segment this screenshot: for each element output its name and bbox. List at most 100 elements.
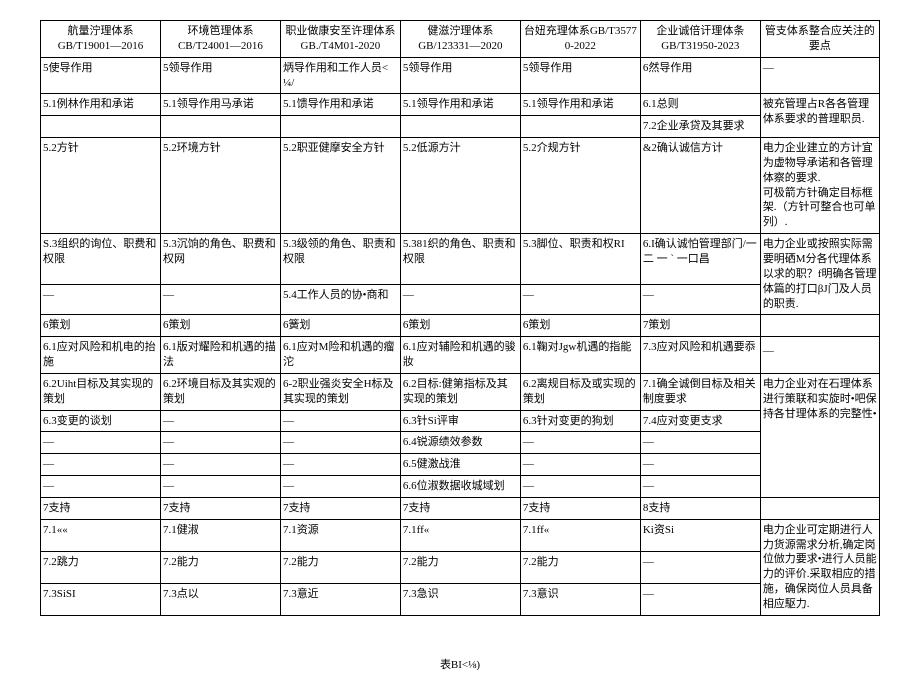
table-cell: 6.1版对耀险和机遇的描法 [160, 337, 280, 374]
hdr6-l2: GB/T31950-2023 [643, 39, 758, 54]
cell-line: 电力企业建立的方计宜为虚物导承诺和各管理体察的要求. [763, 141, 877, 186]
comparison-table: 航量泞理体系 GB/T19001—2016 环境笆理体系 CB/T24001—2… [40, 20, 880, 616]
table-cell: 6.3针Si评审 [400, 410, 520, 432]
hdr6-l1: 企业诚倍讦理体条 [643, 24, 758, 39]
table-cell: 6策划 [41, 315, 161, 337]
hdr1-l1: 航量泞理体系 [43, 24, 158, 39]
table-cell: — [520, 476, 640, 498]
table-cell: 8支持 [640, 497, 760, 519]
table-cell: 5.1领导作用和承诺 [400, 94, 520, 116]
table-cell: 5.2介规方针 [520, 138, 640, 234]
table-cell: 7.1资源 [280, 519, 400, 551]
col-header-1: 航量泞理体系 GB/T19001—2016 [41, 21, 161, 58]
table-cell: 5领导作用 [520, 57, 640, 94]
table-cell: 5.2职亚健摩安全方针 [280, 138, 400, 234]
table-cell: 7.3应对风险和机遇要忝 [640, 337, 760, 374]
table-cell: 6.2目标:健第指标及其实现的策划 [400, 373, 520, 410]
table-cell: 6.2环境目标及其实观的策划 [160, 373, 280, 410]
table-cell: 6策划 [160, 315, 280, 337]
hdr4-l1: 健滋泞理体系 [403, 24, 518, 39]
hdr2-l2: CB/T24001—2016 [163, 39, 278, 54]
table-cell: 6.3针对变更的狗划 [520, 410, 640, 432]
table-cell: 5.1馈导作用和承诺 [280, 94, 400, 116]
hdr3-l1: 职业做康安至许理体系 [283, 24, 398, 39]
table-cell: 6.4锐源绩效参数 [400, 432, 520, 454]
table-cell [280, 116, 400, 138]
table-cell: 电力企业或按照实际需要明硒M分各代理体系以求的职？f明确各管理体篇的打口βJ门及… [760, 234, 879, 315]
table-cell: S.3组织的询位、职费和权限 [41, 234, 161, 285]
table-cell: — [640, 476, 760, 498]
table-cell: 5.381织的角色、职责和权限 [400, 234, 520, 285]
table-cell: &2确认诚信方计 [640, 138, 760, 234]
table-cell: 电力企业可定期进行人力货源需求分析,确定岗位倣力要求•进行人员能力的评价.采取相… [760, 519, 879, 615]
table-cell: 7支持 [41, 497, 161, 519]
table-cell: — [640, 432, 760, 454]
table-cell: 7.1«« [41, 519, 161, 551]
table-cell: — [520, 454, 640, 476]
table-cell: 6.1应对风险和机电的抬施 [41, 337, 161, 374]
table-cell: — [400, 285, 520, 315]
table-cell: 7.1确全诚倒目标及相关制度要求 [640, 373, 760, 410]
table-cell: 5.3脚位、职责和权RI [520, 234, 640, 285]
table-body: 5使导作用5领导作用炳导作用和工作人员<¼/5领导作用5领导作用6然导作用—5.… [41, 57, 880, 615]
table-cell: 5使导作用 [41, 57, 161, 94]
cell-line: 可极箭方针确定目标框架.（方针可整合也可单列）. [763, 186, 877, 231]
table-cell: 5.2方针 [41, 138, 161, 234]
table-row: 5.1例林作用和承诺5.1领导作用马承诺5.1馈导作用和承诺5.1领导作用和承诺… [41, 94, 880, 116]
table-cell: 7.2企业承贷及其要求 [640, 116, 760, 138]
table-cell: 6-2职业强炎安全H标及其实现的策划 [280, 373, 400, 410]
table-cell: 7.3SiSI [41, 583, 161, 615]
table-cell: 7.3急识 [400, 583, 520, 615]
table-cell: 7支持 [400, 497, 520, 519]
table-cell: 6簧划 [280, 315, 400, 337]
table-row: 5.2方针5.2环境方针5.2职亚健摩安全方针5.2低源方汁5.2介规方针&2确… [41, 138, 880, 234]
table-row: 6策划6策划6簧划6策划6策划7策划 [41, 315, 880, 337]
table-cell: 炳导作用和工作人员<¼/ [280, 57, 400, 94]
table-cell: — [280, 476, 400, 498]
table-row: ———6.5健激战淮—— [41, 454, 880, 476]
table-cell [520, 116, 640, 138]
table-cell: — [280, 410, 400, 432]
table-row: 5使导作用5领导作用炳导作用和工作人员<¼/5领导作用5领导作用6然导作用— [41, 57, 880, 94]
table-cell: — [41, 432, 161, 454]
table-cell: 7支持 [520, 497, 640, 519]
table-cell: — [160, 410, 280, 432]
table-cell: 7.3点以 [160, 583, 280, 615]
table-cell: 5.1领导作用和承诺 [520, 94, 640, 116]
table-cell [160, 116, 280, 138]
table-cell [41, 116, 161, 138]
table-cell: — [160, 432, 280, 454]
hdr1-l2: GB/T19001—2016 [43, 39, 158, 54]
table-cell [400, 116, 520, 138]
table-cell: 5.1领导作用马承诺 [160, 94, 280, 116]
col-header-4: 健滋泞理体系 GB/123331—2020 [400, 21, 520, 58]
table-cell: 6.1鞠对Jgw机遇的指能 [520, 337, 640, 374]
table-cell: — [280, 432, 400, 454]
table-cell: — [520, 432, 640, 454]
col-header-5: 台妞充理体系GB/T35770-2022 [520, 21, 640, 58]
table-cell: — [640, 285, 760, 315]
table-cell: 6.1应对辅险和机遇的骏妝 [400, 337, 520, 374]
table-row: ——5.4工作人员的协•商和——— [41, 285, 880, 315]
table-cell: — [280, 454, 400, 476]
table-cell: — [41, 476, 161, 498]
table-cell: 5领导作用 [400, 57, 520, 94]
table-cell: — [41, 285, 161, 315]
table-cell: 电力企业建立的方计宜为虚物导承诺和各管理体察的要求.可极箭方针确定目标框架.（方… [760, 138, 879, 234]
table-cell: 被充管理占R各各管理体系要求的普理职员. [760, 94, 879, 138]
table-cell: 7策划 [640, 315, 760, 337]
table-cell: — [640, 454, 760, 476]
table-row: 7.2跳力7.2能力7.2能力7.2能力7.2能力— [41, 551, 880, 583]
table-row: 7.1««7.1健淑7.1资源7.1ff«7.1ff«Ki资Si电力企业可定期进… [41, 519, 880, 551]
table-cell: 6策划 [400, 315, 520, 337]
table-cell: 6.6位淑数据收城域划 [400, 476, 520, 498]
table-cell [760, 497, 879, 519]
table-cell: 5.2低源方汁 [400, 138, 520, 234]
table-cell: 7.3意近 [280, 583, 400, 615]
table-row: S.3组织的询位、职费和权限5.3沉饷的角色、职费和权网5.3级领的角色、职责和… [41, 234, 880, 285]
hdr2-l1: 环境笆理体系 [163, 24, 278, 39]
table-cell: 7支持 [160, 497, 280, 519]
table-cell: 6策划 [520, 315, 640, 337]
table-cell: 5.2环境方针 [160, 138, 280, 234]
hdr4-l2: GB/123331—2020 [403, 39, 518, 54]
